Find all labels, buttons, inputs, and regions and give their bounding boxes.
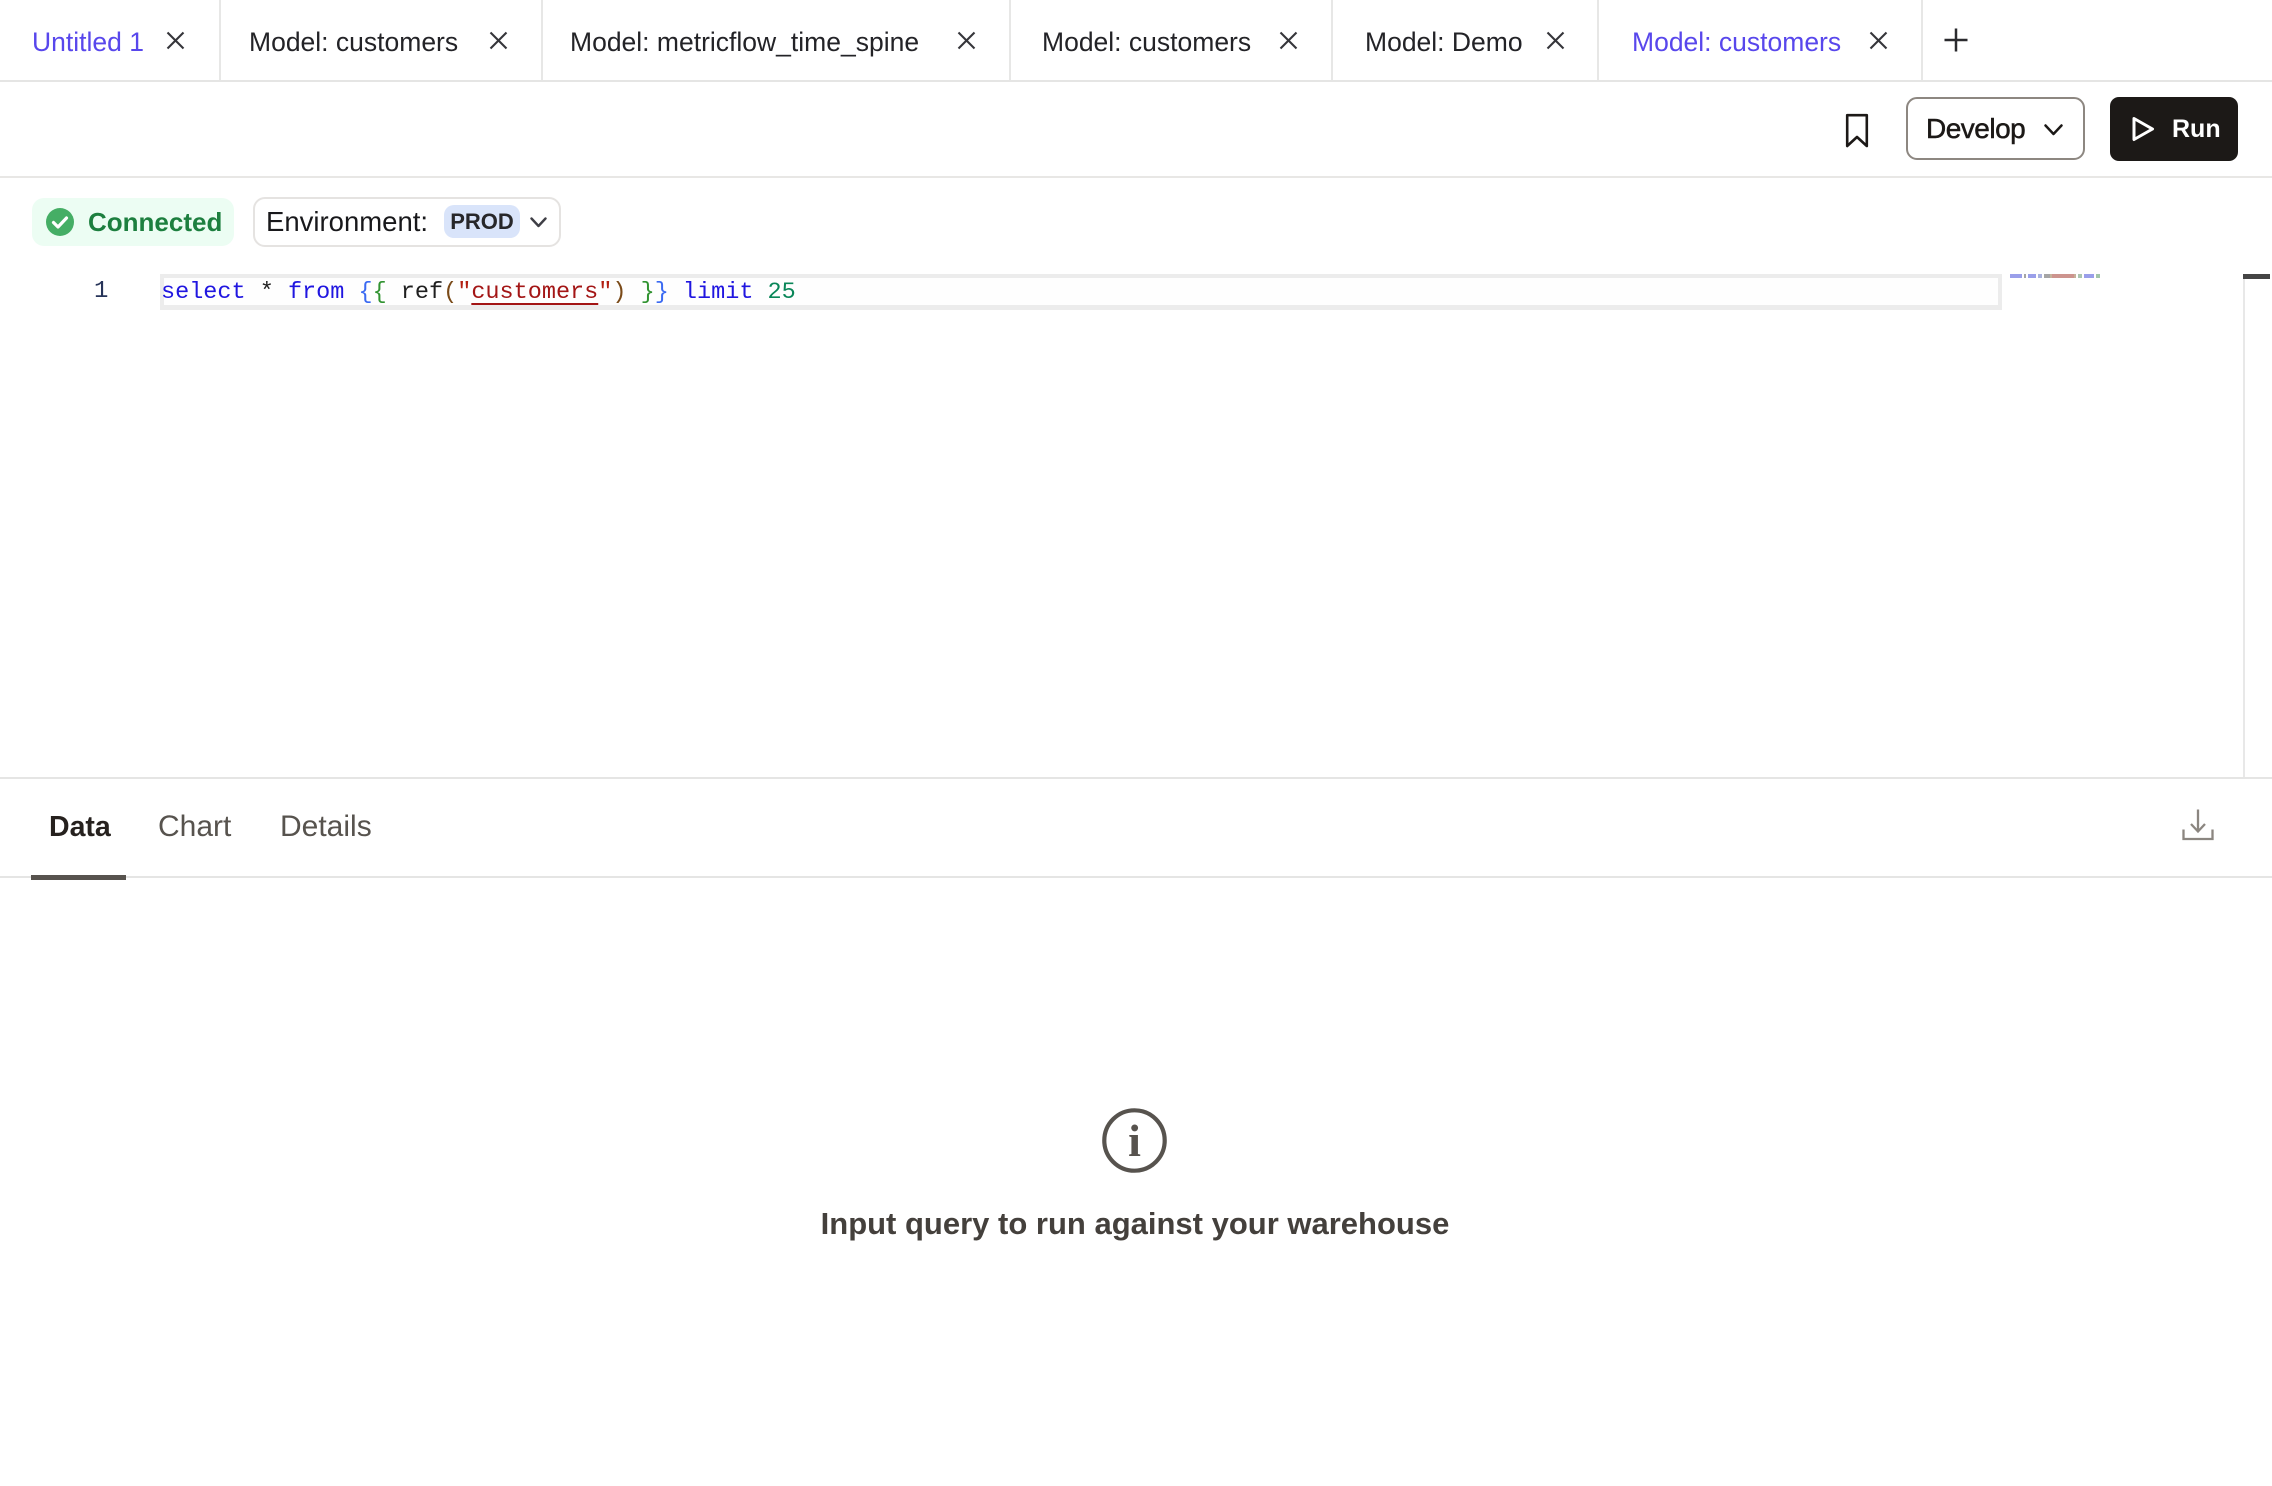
svg-text:i: i <box>1128 1115 1141 1166</box>
